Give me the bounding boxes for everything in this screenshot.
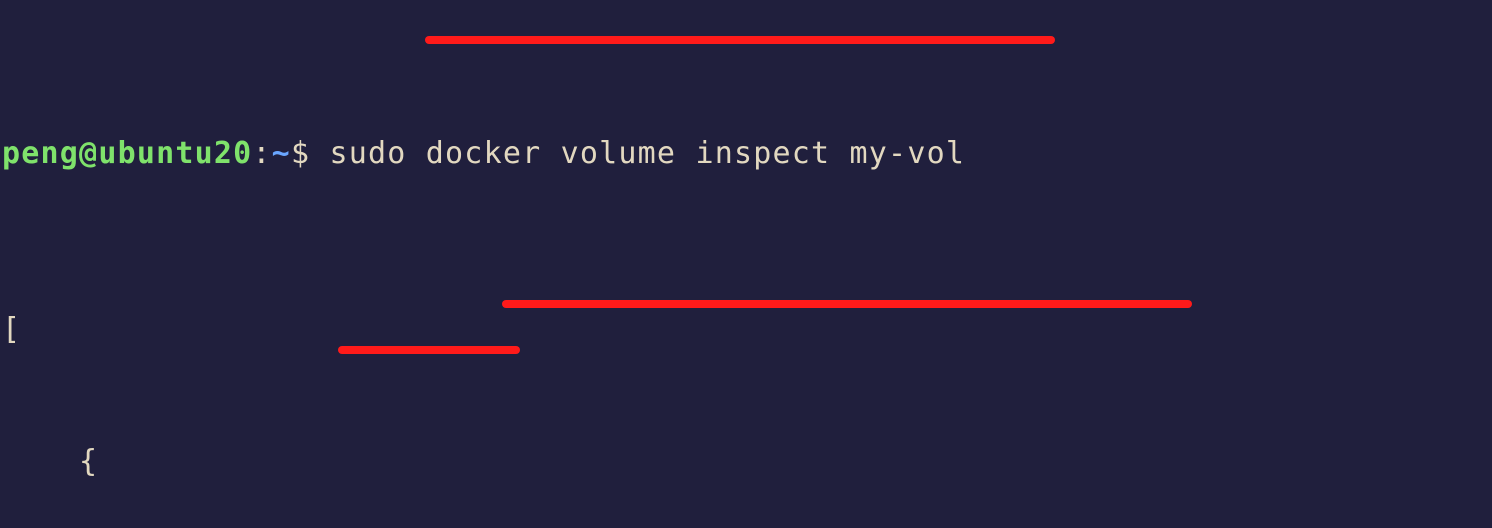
terminal[interactable]: peng@ubuntu20:~$ sudo docker volume insp… (0, 0, 1492, 528)
annotation-underline-mountpoint (502, 300, 1192, 308)
prompt-line: peng@ubuntu20:~$ sudo docker volume insp… (2, 88, 1492, 220)
command-text: docker volume inspect my-vol (426, 136, 965, 171)
cwd-path: ~ (272, 136, 291, 171)
annotation-underline-name (338, 346, 520, 354)
output-open-bracket: [ (2, 308, 1492, 352)
output-open-brace: { (2, 440, 1492, 484)
annotation-underline-command (425, 36, 1055, 44)
prompt-dollar: $ (291, 136, 330, 171)
at-sign: @ (79, 136, 98, 171)
shell-host: ubuntu20 (98, 136, 252, 171)
shell-user: peng (2, 136, 79, 171)
prompt-colon: : (252, 136, 271, 171)
command-sudo: sudo (329, 136, 425, 171)
